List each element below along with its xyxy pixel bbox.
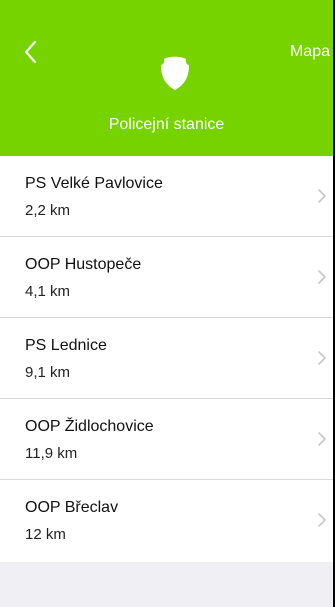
station-distance: 12 km (25, 526, 66, 543)
chevron-right-icon (318, 432, 326, 446)
chevron-right-icon (318, 270, 326, 284)
station-name: OOP Hustopeče (25, 256, 142, 273)
station-list-item[interactable]: PS Lednice 9,1 km (0, 318, 333, 399)
back-button[interactable] (18, 38, 46, 68)
station-list-item[interactable]: PS Velké Pavlovice 2,2 km (0, 156, 333, 237)
station-distance: 9,1 km (25, 364, 71, 381)
station-list-item[interactable]: OOP Břeclav 12 km (0, 480, 333, 562)
station-distance: 2,2 km (25, 202, 71, 219)
header-bar: Mapa Policejní stanice (0, 0, 333, 156)
app-screen: Mapa Policejní stanice PS Velké Pavlovic… (0, 0, 333, 607)
station-distance: 11,9 km (25, 445, 78, 462)
station-name: PS Lednice (25, 337, 107, 354)
station-list-item[interactable]: OOP Hustopeče 4,1 km (0, 237, 333, 318)
empty-background-area (0, 566, 333, 607)
station-name: OOP Židlochovice (25, 418, 154, 435)
station-list-item[interactable]: OOP Židlochovice 11,9 km (0, 399, 333, 480)
chevron-right-icon (318, 351, 326, 365)
station-name: PS Velké Pavlovice (25, 175, 163, 192)
page-title: Policejní stanice (108, 116, 225, 133)
station-name: OOP Břeclav (25, 499, 119, 516)
station-list: PS Velké Pavlovice 2,2 km OOP Hustopeče … (0, 156, 333, 562)
chevron-right-icon (318, 513, 326, 527)
map-button[interactable]: Mapa (290, 42, 330, 62)
station-distance: 4,1 km (25, 283, 71, 300)
police-shield-icon (160, 53, 190, 91)
chevron-right-icon (318, 189, 326, 203)
chevron-left-icon (24, 40, 37, 64)
